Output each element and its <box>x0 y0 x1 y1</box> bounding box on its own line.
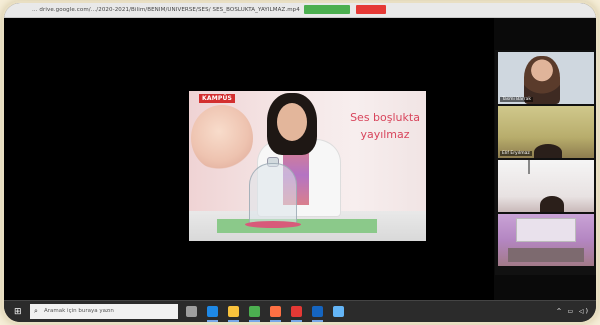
participant-tile[interactable] <box>498 160 594 212</box>
participant-name: Elif Eryılmaz <box>500 151 532 156</box>
video-caption: Ses boşlukta yayılmaz <box>345 109 425 143</box>
ceiling-lamp <box>528 160 530 174</box>
file-explorer-icon[interactable] <box>228 306 239 317</box>
task-view-icon[interactable] <box>186 306 197 317</box>
teacher-face <box>277 103 307 141</box>
classroom-desk <box>508 248 584 262</box>
participant-video <box>534 144 562 158</box>
browser-address-bar[interactable]: ... drive.google.com/.../2020-2021/Bilim… <box>4 3 596 18</box>
search-placeholder: Aramak için buraya yazın <box>44 308 114 314</box>
shared-video[interactable]: KAMPÜS Ses boşlukta yayılmaz <box>189 91 426 241</box>
running-indicator <box>249 320 260 322</box>
running-indicator <box>312 320 323 322</box>
running-indicator <box>228 320 239 322</box>
stop-share-button[interactable] <box>356 5 386 14</box>
screenshot-frame: ... drive.google.com/.../2020-2021/Bilim… <box>4 3 596 322</box>
windows-start-icon[interactable]: ⊞ <box>14 307 24 317</box>
running-indicator <box>291 320 302 322</box>
url-text[interactable]: ... drive.google.com/.../2020-2021/Bilim… <box>32 7 300 13</box>
edge-icon[interactable] <box>207 306 218 317</box>
caption-line-1: Ses boşlukta <box>350 111 420 124</box>
participant-tile[interactable]: Elif Eryılmaz <box>498 106 594 158</box>
office-icon[interactable] <box>291 306 302 317</box>
store-icon[interactable] <box>333 306 344 317</box>
taskbar-search-input[interactable]: ⌕ Aramak için buraya yazın <box>30 304 178 319</box>
screen-share-indicator[interactable] <box>304 5 350 14</box>
participant-video <box>540 196 564 212</box>
running-indicator <box>207 320 218 322</box>
participant-tile[interactable]: Tasmi Barrak <box>498 52 594 104</box>
participant-tile[interactable] <box>498 214 594 266</box>
system-tray[interactable]: ^ ▭ ◁) <box>557 308 590 315</box>
mail-icon[interactable] <box>312 306 323 317</box>
brand-badge: KAMPÜS <box>199 94 236 103</box>
participant-name: Tasmi Barrak <box>500 97 533 102</box>
bell-jar <box>249 163 297 227</box>
participants-panel: Tasmi Barrak Elif Eryılmaz <box>495 50 596 275</box>
baby-image <box>191 105 253 171</box>
chrome-icon[interactable] <box>249 306 260 317</box>
bell-jar-base <box>245 221 301 228</box>
caption-line-2: yayılmaz <box>360 128 410 141</box>
windows-taskbar: ⊞ ⌕ Aramak için buraya yazın ^ ▭ ◁) <box>4 300 596 322</box>
search-icon: ⌕ <box>34 307 38 315</box>
running-indicator <box>270 320 281 322</box>
media-player-icon[interactable] <box>270 306 281 317</box>
classroom-board <box>516 218 576 242</box>
